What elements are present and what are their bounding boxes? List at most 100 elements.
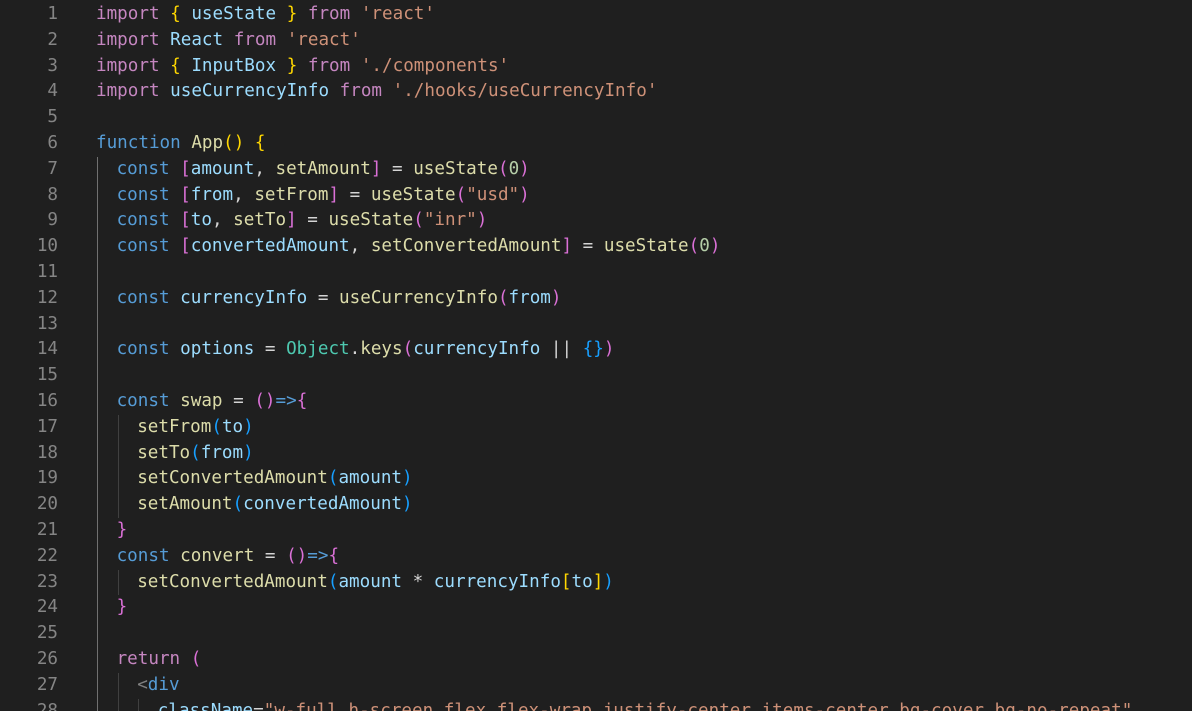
code-token: const — [116, 158, 170, 179]
code-line[interactable]: 14 const options = Object.keys(currencyIn… — [0, 337, 1192, 364]
code-line[interactable]: 1 import { useState } from 'react' — [0, 2, 1192, 28]
code-line[interactable]: 18 setTo(from) — [0, 440, 1192, 467]
code-line[interactable]: 7 const [amount, setAmount] = useState(0) — [0, 156, 1192, 183]
indent-guide — [97, 646, 98, 673]
code-token: ) — [519, 184, 530, 205]
code-token: ( — [232, 494, 244, 515]
code-line[interactable]: 27 <div — [0, 672, 1192, 699]
indent-guide — [97, 414, 98, 441]
code-editor[interactable]: 1 import { useState } from 'react' 2 import… — [0, 0, 1192, 711]
code-line[interactable]: 10 const [convertedAmount, setConvertedAm… — [0, 234, 1192, 260]
indent-guide — [97, 698, 98, 711]
code-line[interactable]: 6 function App() { — [0, 131, 1192, 157]
code-line[interactable]: 8 const [from, setFrom] = useState("usd") — [0, 182, 1192, 209]
code-line[interactable]: 19 setConvertedAmount(amount) — [0, 466, 1192, 493]
code-line[interactable]: 22 const convert = ()=>{ — [0, 543, 1192, 570]
line-text: const swap = ()=>{ — [117, 389, 308, 415]
code-line[interactable]: 11 — [0, 259, 1192, 286]
line-number: 25 — [36, 623, 58, 644]
code-token: const — [116, 184, 170, 205]
code-token: } — [286, 55, 298, 76]
code-token: import — [96, 55, 160, 76]
code-line[interactable]: 4 import useCurrencyInfo from './hooks/us… — [0, 79, 1192, 105]
code-token: ( — [402, 339, 414, 360]
code-line[interactable]: 9 const [to, setTo] = useState("inr") — [0, 208, 1192, 235]
code-token: ] — [370, 158, 382, 179]
code-token: = — [253, 700, 264, 711]
line-text: <div — [137, 673, 179, 699]
code-token: = — [254, 545, 287, 566]
line-text: setTo(from) — [137, 441, 254, 467]
code-token: [ — [180, 210, 191, 231]
code-token: ( — [688, 236, 700, 257]
code-token: => — [307, 545, 329, 566]
indent-guide — [97, 466, 98, 493]
indent-guide — [97, 156, 98, 183]
code-token: import — [96, 81, 160, 102]
code-line[interactable]: 12 const currencyInfo = useCurrencyInfo(f… — [0, 285, 1192, 312]
code-line[interactable]: 28 className="w-full h-screen flex flex-w… — [0, 698, 1192, 711]
code-token: from — [233, 29, 277, 50]
line-text: } — [117, 518, 128, 544]
code-line[interactable]: 21} — [0, 517, 1192, 544]
indent-guide — [97, 182, 98, 209]
code-token: from — [200, 442, 244, 463]
code-token: useState — [603, 236, 689, 257]
indent-guide — [117, 698, 119, 711]
code-token: useState — [191, 4, 277, 24]
line-number: 18 — [36, 442, 58, 463]
line-text: import { useState } from 'react' — [96, 2, 435, 28]
code-token: useCurrencyInfo — [339, 287, 498, 308]
code-token: from — [190, 184, 234, 205]
code-line[interactable]: 5 — [0, 105, 1192, 131]
code-line[interactable]: 2 import React from 'react' — [0, 28, 1192, 54]
indent-guide — [117, 672, 119, 699]
code-token: ) — [243, 416, 254, 437]
code-token: convert — [180, 545, 255, 566]
code-token: setFrom — [254, 184, 329, 205]
line-number: 9 — [47, 210, 58, 231]
code-line[interactable]: 13 — [0, 311, 1192, 338]
code-token: useState — [328, 210, 414, 231]
line-number: 1 — [47, 4, 58, 24]
code-token: < — [137, 674, 148, 695]
code-line[interactable]: 15 — [0, 363, 1192, 389]
code-line[interactable]: 20 setAmount(convertedAmount) — [0, 492, 1192, 518]
code-token: } — [116, 597, 128, 618]
code-token: ) — [243, 442, 254, 463]
line-number: 12 — [36, 287, 58, 308]
indent-guide — [117, 440, 119, 467]
line-number: 14 — [36, 339, 58, 360]
code-token: React — [170, 29, 224, 50]
code-line[interactable]: 23 setConvertedAmount(amount * currencyIn… — [0, 569, 1192, 596]
code-line[interactable]: 16 const swap = ()=>{ — [0, 388, 1192, 415]
line-number: 4 — [47, 81, 58, 102]
indent-guide — [97, 259, 98, 286]
code-token: './hooks/useCurrencyInfo' — [392, 81, 658, 102]
code-line[interactable]: 17 setFrom(to) — [0, 414, 1192, 441]
line-number: 22 — [36, 545, 58, 566]
code-token: 'react' — [360, 4, 435, 24]
code-token: ] — [561, 236, 573, 257]
code-line[interactable]: 26 return ( — [0, 646, 1192, 673]
code-token: { — [328, 545, 340, 566]
code-line[interactable]: 3 import { InputBox } from './components' — [0, 54, 1192, 80]
line-number: 13 — [36, 313, 58, 334]
code-token: ( — [211, 416, 222, 437]
code-token: ) — [476, 210, 488, 231]
line-text: const [from, setFrom] = useState("usd") — [117, 183, 530, 209]
indent-guide — [138, 698, 140, 711]
code-token: keys — [360, 339, 403, 360]
code-token: ] — [592, 571, 604, 592]
code-token: ( — [190, 648, 202, 669]
code-line[interactable]: 25 — [0, 621, 1192, 647]
code-token: , — [211, 210, 234, 231]
line-number: 23 — [36, 571, 58, 592]
line-text: setConvertedAmount(amount) — [137, 466, 412, 492]
code-line[interactable]: 24} — [0, 595, 1192, 622]
